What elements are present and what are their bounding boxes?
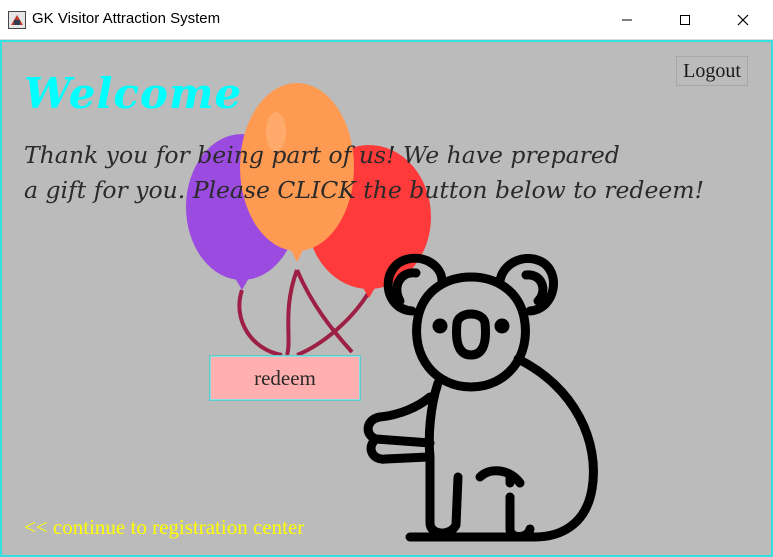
gift-message: Thank you for being part of us! We have … (24, 138, 764, 208)
gift-message-line-2: a gift for you. Please CLICK the button … (24, 176, 705, 204)
window-title: GK Visitor Attraction System (32, 10, 221, 27)
maximize-button[interactable] (656, 0, 714, 39)
minimize-button[interactable] (598, 0, 656, 39)
main-panel: Welcome Logout Thank you for being part … (0, 40, 773, 557)
title-bar: GK Visitor Attraction System (0, 0, 773, 40)
koala-illustration (363, 253, 598, 542)
app-icon (8, 11, 26, 29)
continue-registration-link[interactable]: << continue to registration center (24, 515, 304, 540)
app-window: GK Visitor Attraction System Welcome Log… (0, 0, 773, 557)
logout-button[interactable]: Logout (676, 56, 748, 86)
close-button[interactable] (714, 0, 772, 39)
welcome-heading: Welcome (24, 69, 243, 118)
redeem-button[interactable]: redeem (209, 355, 361, 401)
gift-message-line-1: Thank you for being part of us! We have … (24, 141, 620, 169)
